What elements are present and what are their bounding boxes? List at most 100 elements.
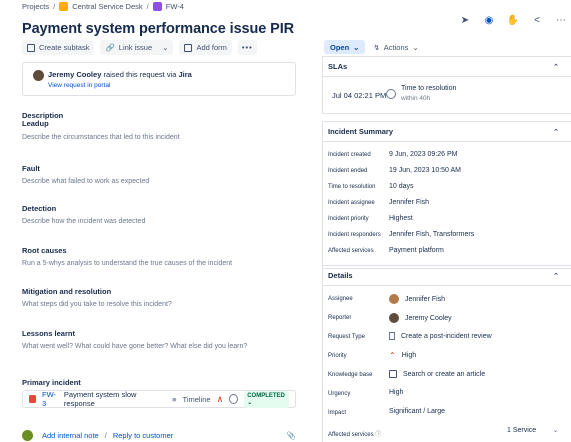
reporter-name[interactable]: Jeremy Cooley xyxy=(48,70,101,79)
share-icon[interactable]: < xyxy=(531,14,543,26)
field-label: Affected services xyxy=(328,248,374,254)
chevron-up-icon[interactable]: ⌃ xyxy=(553,128,559,136)
raised-via-text: raised this request via xyxy=(101,70,179,79)
field-value[interactable]: Jennifer Fish, Transformers xyxy=(389,231,474,238)
priority-field[interactable]: ⌃ High xyxy=(389,351,416,360)
summary-row-ttr: Time to resolution 10 days xyxy=(323,180,571,196)
announcement-icon[interactable]: ➤ xyxy=(459,14,471,26)
incident-key[interactable]: FW-3 xyxy=(42,390,58,408)
urgency-value[interactable]: High xyxy=(389,389,403,396)
status-badge[interactable]: COMPLETED ⌄ xyxy=(244,390,289,408)
details-title: Details xyxy=(328,271,353,280)
mitigation-field[interactable]: What steps did you take to resolve this … xyxy=(22,301,172,308)
fault-field[interactable]: Describe what failed to work as expected xyxy=(22,178,149,185)
field-label: Impact xyxy=(328,410,347,416)
actions-button[interactable]: ↯ Actions ⌄ xyxy=(373,43,418,52)
field-value[interactable]: 10 days xyxy=(389,183,414,190)
field-label: Time to resolution xyxy=(328,184,376,190)
chevron-up-icon[interactable]: ⌃ xyxy=(553,63,559,71)
add-internal-note-button[interactable]: Add internal note xyxy=(42,431,99,440)
raised-by-card: Jeremy Cooley raised this request via Ji… xyxy=(22,62,296,96)
knowledge-base-value: Search or create an article xyxy=(403,370,486,378)
mitigation-heading: Mitigation and resolution xyxy=(22,287,112,296)
view-request-link[interactable]: View request in portal xyxy=(48,82,110,89)
more-actions-button[interactable]: ••• xyxy=(237,40,257,55)
breadcrumb-separator: / xyxy=(146,1,149,11)
channel-name: Jira xyxy=(178,70,192,79)
summary-row-responders: Incident responders Jennifer Fish, Trans… xyxy=(323,228,571,244)
field-label: Assignee xyxy=(328,296,353,302)
field-value[interactable]: Jennifer Fish xyxy=(389,199,429,206)
primary-incident-heading: Primary incident xyxy=(22,378,81,387)
incident-summary-panel: Incident Summary ⌃ Incident created 9 Ju… xyxy=(322,121,571,269)
chevron-down-icon[interactable]: ⌄ xyxy=(553,427,558,434)
details-row-request-type: Request Type Create a post-incident revi… xyxy=(323,328,571,347)
reply-to-customer-button[interactable]: Reply to customer xyxy=(113,431,173,440)
issue-toolbar: Create subtask 🔗 Link issue ⌄ Add form •… xyxy=(22,40,257,55)
timeline-icon: ≡ xyxy=(172,394,177,404)
assignee-name: Jennifer Fish xyxy=(405,295,446,303)
incident-summary[interactable]: Payment system slow response xyxy=(64,390,156,408)
create-subtask-button[interactable]: Create subtask xyxy=(22,40,95,55)
thumbs-up-icon[interactable]: ✋ xyxy=(507,14,519,26)
incident-summary-header[interactable]: Incident Summary ⌃ xyxy=(323,122,571,142)
subtask-icon xyxy=(27,43,35,52)
breadcrumb-project[interactable]: Central Service Desk xyxy=(72,2,142,11)
field-label: Urgency xyxy=(328,391,351,397)
issue-actions: ➤ ◉ ✋ < ⋯ xyxy=(459,14,567,26)
assignee-avatar xyxy=(229,394,239,404)
reporter-name: Jeremy Cooley xyxy=(405,314,452,322)
leadup-field[interactable]: Describe the circumstances that led to t… xyxy=(22,134,180,141)
impact-value[interactable]: Significant / Large xyxy=(389,408,445,415)
more-icon[interactable]: ⋯ xyxy=(555,14,567,26)
request-type-field[interactable]: Create a post-incident review xyxy=(389,332,492,340)
root-causes-field[interactable]: Run a 5-whys analysis to understand the … xyxy=(22,260,232,267)
field-value[interactable]: Highest xyxy=(389,215,413,222)
slas-header[interactable]: SLAs ⌃ xyxy=(323,57,571,77)
eye-icon[interactable]: ◉ xyxy=(483,14,495,26)
timeline-link[interactable]: Timeline xyxy=(183,395,211,404)
create-subtask-label: Create subtask xyxy=(39,43,90,52)
chevron-up-icon[interactable]: ⌃ xyxy=(553,272,559,280)
status-label: Open xyxy=(330,42,350,52)
summary-row-assignee: Incident assignee Jennifer Fish xyxy=(323,196,571,212)
sla-name: Time to resolution xyxy=(401,85,457,92)
lessons-heading: Lessons learnt xyxy=(22,329,75,338)
add-form-label: Add form xyxy=(196,43,227,52)
reporter-field[interactable]: Jeremy Cooley xyxy=(389,313,452,323)
details-header[interactable]: Details ⌃ xyxy=(323,266,571,286)
link-issue-button[interactable]: 🔗 Link issue ⌄ xyxy=(100,40,174,55)
avatar xyxy=(389,313,399,323)
field-label: Incident responders xyxy=(328,232,381,238)
actions-label: Actions xyxy=(383,42,409,52)
field-value[interactable]: 9 Jun, 2023 09:26 PM xyxy=(389,151,458,158)
detection-field[interactable]: Describe how the incident was detected xyxy=(22,218,145,225)
primary-incident-row[interactable]: FW-3 Payment system slow response ≡ Time… xyxy=(22,390,296,408)
info-icon[interactable]: ⓘ xyxy=(375,432,381,438)
sla-item: Jul 04 02:21 PM Time to resolution withi… xyxy=(323,77,571,113)
attachment-icon[interactable]: 📎 xyxy=(287,431,296,440)
avatar xyxy=(33,70,44,81)
chevron-down-icon[interactable]: ⌄ xyxy=(162,43,168,52)
book-icon xyxy=(389,370,397,378)
field-label: Reporter xyxy=(328,315,352,321)
details-row-priority: Priority ⌃ High xyxy=(323,347,571,366)
field-value[interactable]: Payment platform xyxy=(389,247,444,254)
raised-by-text: Jeremy Cooley raised this request via Ji… xyxy=(48,70,192,79)
add-form-button[interactable]: Add form xyxy=(179,40,232,55)
affected-services-value[interactable]: 1 Service xyxy=(507,427,536,434)
details-row-impact: Impact Significant / Large xyxy=(323,404,571,423)
knowledge-base-field[interactable]: Search or create an article xyxy=(389,370,485,378)
breadcrumb-issue-key[interactable]: FW-4 xyxy=(166,2,184,11)
details-row-urgency: Urgency High xyxy=(323,385,571,404)
assignee-field[interactable]: Jennifer Fish xyxy=(389,294,445,304)
status-button[interactable]: Open ⌄ xyxy=(324,40,366,54)
incident-summary-title: Incident Summary xyxy=(328,127,394,136)
field-label: Priority xyxy=(328,353,347,359)
breadcrumb-projects[interactable]: Projects xyxy=(22,2,49,11)
field-value[interactable]: 19 Jun, 2023 10:50 AM xyxy=(389,167,461,174)
affected-services-label: Affected services xyxy=(328,432,374,438)
lessons-field[interactable]: What went well? What could have gone bet… xyxy=(22,343,247,350)
chevron-down-icon: ⌄ xyxy=(353,42,360,52)
form-icon xyxy=(184,43,193,52)
